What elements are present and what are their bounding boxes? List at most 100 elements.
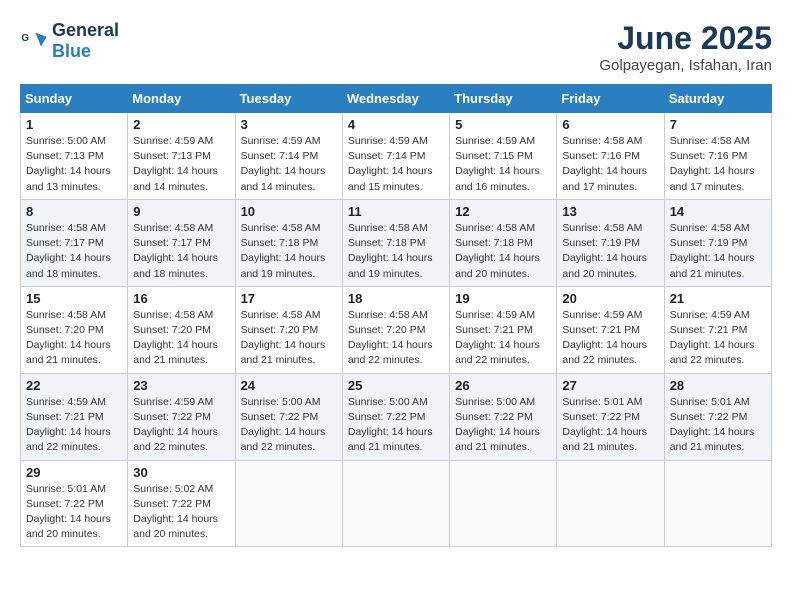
day-number: 1 [26,117,122,132]
day-detail: Sunrise: 4:59 AMSunset: 7:14 PMDaylight:… [241,135,326,193]
day-detail: Sunrise: 4:58 AMSunset: 7:19 PMDaylight:… [562,222,647,280]
day-number: 15 [26,291,122,306]
calendar-week-1: 1 Sunrise: 5:00 AMSunset: 7:13 PMDayligh… [21,113,772,200]
logo-icon: G [20,27,48,55]
day-detail: Sunrise: 5:00 AMSunset: 7:22 PMDaylight:… [348,396,433,454]
calendar-cell: 7 Sunrise: 4:58 AMSunset: 7:16 PMDayligh… [664,113,771,200]
logo-general: General [52,20,119,40]
day-detail: Sunrise: 4:58 AMSunset: 7:18 PMDaylight:… [455,222,540,280]
calendar-week-5: 29 Sunrise: 5:01 AMSunset: 7:22 PMDaylig… [21,460,772,547]
day-number: 13 [562,204,658,219]
calendar-cell: 30 Sunrise: 5:02 AMSunset: 7:22 PMDaylig… [128,460,235,547]
calendar-cell: 9 Sunrise: 4:58 AMSunset: 7:17 PMDayligh… [128,199,235,286]
header-monday: Monday [128,85,235,113]
calendar-cell: 2 Sunrise: 4:59 AMSunset: 7:13 PMDayligh… [128,113,235,200]
logo: G General Blue [20,20,119,62]
calendar-header: SundayMondayTuesdayWednesdayThursdayFrid… [21,85,772,113]
calendar-cell: 18 Sunrise: 4:58 AMSunset: 7:20 PMDaylig… [342,286,449,373]
day-number: 23 [133,378,229,393]
day-number: 26 [455,378,551,393]
location-title: Golpayegan, Isfahan, Iran [599,57,772,74]
calendar-cell: 8 Sunrise: 4:58 AMSunset: 7:17 PMDayligh… [21,199,128,286]
calendar-cell: 15 Sunrise: 4:58 AMSunset: 7:20 PMDaylig… [21,286,128,373]
day-detail: Sunrise: 5:01 AMSunset: 7:22 PMDaylight:… [562,396,647,454]
header-sunday: Sunday [21,85,128,113]
calendar-cell: 1 Sunrise: 5:00 AMSunset: 7:13 PMDayligh… [21,113,128,200]
day-detail: Sunrise: 5:01 AMSunset: 7:22 PMDaylight:… [26,483,111,541]
calendar-cell: 22 Sunrise: 4:59 AMSunset: 7:21 PMDaylig… [21,373,128,460]
day-detail: Sunrise: 4:59 AMSunset: 7:22 PMDaylight:… [133,396,218,454]
day-number: 18 [348,291,444,306]
calendar-cell: 17 Sunrise: 4:58 AMSunset: 7:20 PMDaylig… [235,286,342,373]
calendar-cell [664,460,771,547]
day-number: 2 [133,117,229,132]
day-number: 16 [133,291,229,306]
day-number: 6 [562,117,658,132]
day-number: 10 [241,204,337,219]
day-number: 5 [455,117,551,132]
header-row: SundayMondayTuesdayWednesdayThursdayFrid… [21,85,772,113]
day-detail: Sunrise: 4:59 AMSunset: 7:14 PMDaylight:… [348,135,433,193]
day-number: 11 [348,204,444,219]
header-tuesday: Tuesday [235,85,342,113]
calendar-cell: 24 Sunrise: 5:00 AMSunset: 7:22 PMDaylig… [235,373,342,460]
calendar-cell: 23 Sunrise: 4:59 AMSunset: 7:22 PMDaylig… [128,373,235,460]
day-detail: Sunrise: 5:01 AMSunset: 7:22 PMDaylight:… [670,396,755,454]
calendar-cell: 28 Sunrise: 5:01 AMSunset: 7:22 PMDaylig… [664,373,771,460]
day-number: 9 [133,204,229,219]
day-detail: Sunrise: 4:59 AMSunset: 7:13 PMDaylight:… [133,135,218,193]
calendar-cell: 10 Sunrise: 4:58 AMSunset: 7:18 PMDaylig… [235,199,342,286]
calendar-cell: 29 Sunrise: 5:01 AMSunset: 7:22 PMDaylig… [21,460,128,547]
day-detail: Sunrise: 4:59 AMSunset: 7:21 PMDaylight:… [455,309,540,367]
calendar-cell: 11 Sunrise: 4:58 AMSunset: 7:18 PMDaylig… [342,199,449,286]
calendar-table: SundayMondayTuesdayWednesdayThursdayFrid… [20,84,772,547]
day-detail: Sunrise: 4:58 AMSunset: 7:18 PMDaylight:… [348,222,433,280]
day-detail: Sunrise: 4:58 AMSunset: 7:20 PMDaylight:… [133,309,218,367]
header-wednesday: Wednesday [342,85,449,113]
day-detail: Sunrise: 4:59 AMSunset: 7:15 PMDaylight:… [455,135,540,193]
page-header: G General Blue June 2025 Golpayegan, Isf… [20,20,772,74]
day-number: 19 [455,291,551,306]
calendar-cell [235,460,342,547]
calendar-cell: 27 Sunrise: 5:01 AMSunset: 7:22 PMDaylig… [557,373,664,460]
day-detail: Sunrise: 4:58 AMSunset: 7:17 PMDaylight:… [133,222,218,280]
day-detail: Sunrise: 4:58 AMSunset: 7:16 PMDaylight:… [670,135,755,193]
calendar-cell: 20 Sunrise: 4:59 AMSunset: 7:21 PMDaylig… [557,286,664,373]
svg-text:G: G [21,33,29,44]
day-detail: Sunrise: 4:58 AMSunset: 7:16 PMDaylight:… [562,135,647,193]
month-title: June 2025 [599,20,772,57]
day-number: 4 [348,117,444,132]
header-thursday: Thursday [450,85,557,113]
calendar-cell: 12 Sunrise: 4:58 AMSunset: 7:18 PMDaylig… [450,199,557,286]
calendar-cell [342,460,449,547]
day-detail: Sunrise: 4:58 AMSunset: 7:17 PMDaylight:… [26,222,111,280]
day-number: 8 [26,204,122,219]
day-detail: Sunrise: 4:59 AMSunset: 7:21 PMDaylight:… [562,309,647,367]
calendar-cell [557,460,664,547]
day-detail: Sunrise: 4:58 AMSunset: 7:19 PMDaylight:… [670,222,755,280]
day-number: 28 [670,378,766,393]
calendar-cell: 6 Sunrise: 4:58 AMSunset: 7:16 PMDayligh… [557,113,664,200]
day-number: 21 [670,291,766,306]
day-detail: Sunrise: 5:00 AMSunset: 7:22 PMDaylight:… [455,396,540,454]
day-detail: Sunrise: 4:58 AMSunset: 7:20 PMDaylight:… [348,309,433,367]
title-block: June 2025 Golpayegan, Isfahan, Iran [599,20,772,74]
calendar-cell: 5 Sunrise: 4:59 AMSunset: 7:15 PMDayligh… [450,113,557,200]
day-detail: Sunrise: 5:02 AMSunset: 7:22 PMDaylight:… [133,483,218,541]
calendar-cell: 25 Sunrise: 5:00 AMSunset: 7:22 PMDaylig… [342,373,449,460]
calendar-cell: 3 Sunrise: 4:59 AMSunset: 7:14 PMDayligh… [235,113,342,200]
day-number: 24 [241,378,337,393]
day-detail: Sunrise: 5:00 AMSunset: 7:22 PMDaylight:… [241,396,326,454]
calendar-body: 1 Sunrise: 5:00 AMSunset: 7:13 PMDayligh… [21,113,772,547]
day-number: 17 [241,291,337,306]
day-number: 22 [26,378,122,393]
day-detail: Sunrise: 4:58 AMSunset: 7:18 PMDaylight:… [241,222,326,280]
day-number: 14 [670,204,766,219]
calendar-cell: 26 Sunrise: 5:00 AMSunset: 7:22 PMDaylig… [450,373,557,460]
day-detail: Sunrise: 4:59 AMSunset: 7:21 PMDaylight:… [26,396,111,454]
calendar-cell: 19 Sunrise: 4:59 AMSunset: 7:21 PMDaylig… [450,286,557,373]
calendar-week-2: 8 Sunrise: 4:58 AMSunset: 7:17 PMDayligh… [21,199,772,286]
day-number: 20 [562,291,658,306]
calendar-cell: 21 Sunrise: 4:59 AMSunset: 7:21 PMDaylig… [664,286,771,373]
logo-blue: Blue [52,41,91,61]
